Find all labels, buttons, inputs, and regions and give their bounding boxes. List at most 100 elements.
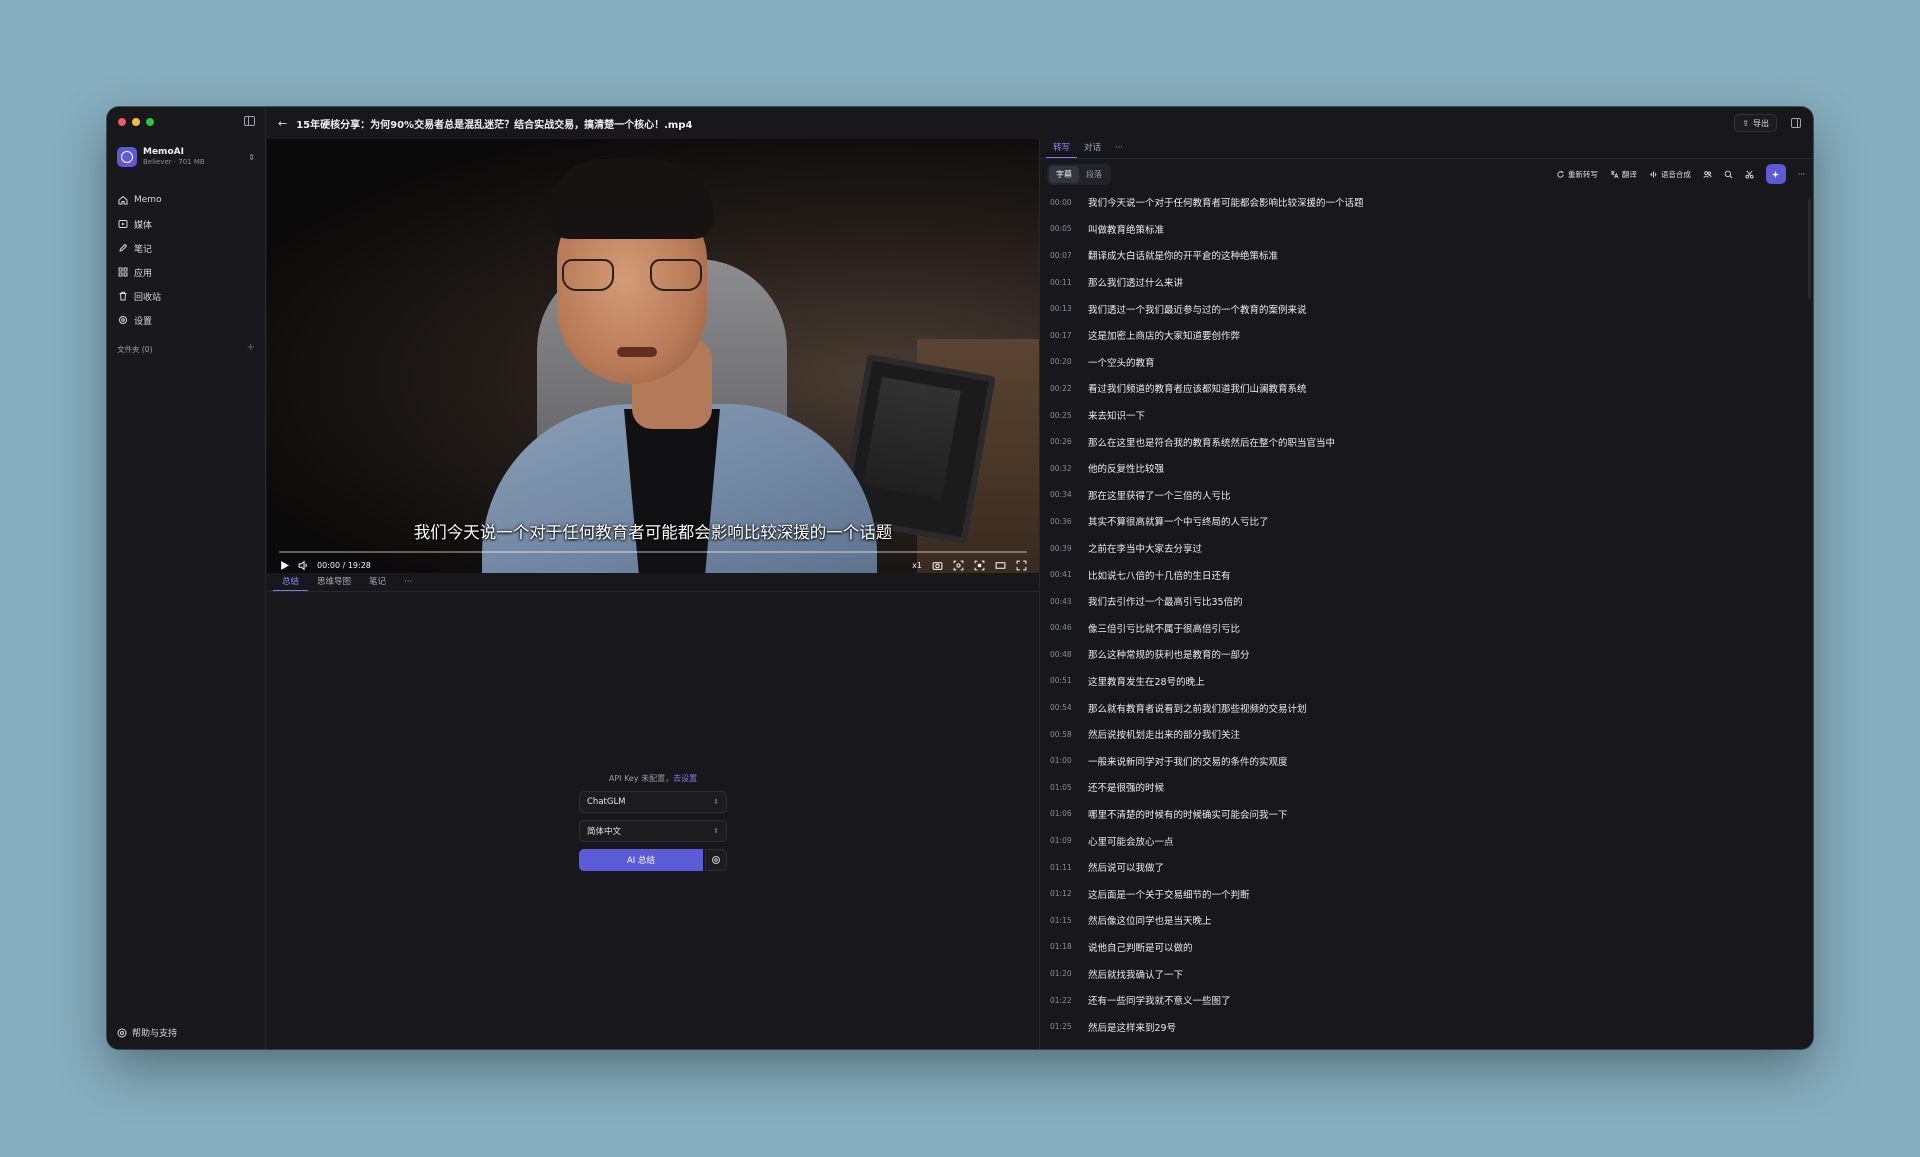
- transcript-row[interactable]: 00:39 之前在李当中大家去分享过: [1050, 535, 1813, 562]
- model-select[interactable]: ChatGLM ⇕: [579, 791, 727, 813]
- back-arrow-icon[interactable]: ←: [278, 117, 287, 130]
- transcript-row[interactable]: 00:25 来去知识一下: [1050, 402, 1813, 429]
- transcript-row[interactable]: 00:51 这里教育发生在28号的晚上: [1050, 668, 1813, 695]
- transcript-timestamp[interactable]: 00:43: [1050, 597, 1088, 606]
- tab-transcribe[interactable]: 转写: [1046, 139, 1078, 158]
- transcript-row[interactable]: 00:17 这是加密上商店的大家知道要创作弊: [1050, 322, 1813, 349]
- transcript-timestamp[interactable]: 01:15: [1050, 916, 1088, 925]
- translate-button[interactable]: 翻译: [1610, 169, 1637, 180]
- workspace-switcher[interactable]: MemoAI Believer · 701 MB ⇕: [117, 145, 255, 169]
- transcript-row[interactable]: 00:46 像三倍引亏比就不属于很高倍引亏比: [1050, 615, 1813, 642]
- transcript-timestamp[interactable]: 00:51: [1050, 676, 1088, 685]
- transcript-row[interactable]: 01:25 然后是这样来到29号: [1050, 1013, 1813, 1040]
- add-folder-button[interactable]: +: [247, 343, 255, 355]
- camera-icon[interactable]: [932, 560, 943, 571]
- transcript-row[interactable]: 00:05 叫做教育绝策标准: [1050, 216, 1813, 243]
- transcript-row[interactable]: 00:34 那在这里获得了一个三倍的人亏比: [1050, 482, 1813, 509]
- segment-subtitles[interactable]: 字幕: [1049, 165, 1079, 183]
- transcript-timestamp[interactable]: 00:13: [1050, 304, 1088, 313]
- transcript-row[interactable]: 00:20 一个空头的教育: [1050, 349, 1813, 376]
- tab-more[interactable]: ···: [1108, 139, 1130, 158]
- transcript-timestamp[interactable]: 00:11: [1050, 278, 1088, 287]
- transcript-row[interactable]: 01:15 然后像这位同学也是当天晚上: [1050, 907, 1813, 934]
- segment-paragraphs[interactable]: 段落: [1079, 166, 1109, 183]
- help-support-button[interactable]: 帮助与支持: [117, 1026, 177, 1039]
- sidebar-item-settings[interactable]: 设置: [115, 308, 257, 332]
- transcript-timestamp[interactable]: 00:41: [1050, 570, 1088, 579]
- video-progress-bar[interactable]: [279, 551, 1027, 553]
- transcript-timestamp[interactable]: 01:12: [1050, 889, 1088, 898]
- transcript-timestamp[interactable]: 00:26: [1050, 437, 1088, 446]
- tab-chat[interactable]: 对话: [1077, 139, 1108, 158]
- transcript-row[interactable]: 01:05 还不是很强的时候: [1050, 774, 1813, 801]
- theater-mode-icon[interactable]: [995, 560, 1006, 571]
- transcript-row[interactable]: 00:32 他的反复性比较强: [1050, 455, 1813, 482]
- scrollbar[interactable]: [1808, 199, 1811, 299]
- tab-mindmap[interactable]: 思维导图: [308, 573, 360, 591]
- sidebar-item-media[interactable]: 媒体: [115, 212, 257, 236]
- volume-icon[interactable]: [298, 560, 309, 571]
- transcript-row[interactable]: 01:00 一般来说新同学对于我们的交易的条件的实观度: [1050, 747, 1813, 774]
- transcript-row[interactable]: 00:54 那么就有教育者说看到之前我们那些视频的交易计划: [1050, 694, 1813, 721]
- transcript-row[interactable]: 01:09 心里可能会放心一点: [1050, 827, 1813, 854]
- transcript-timestamp[interactable]: 00:58: [1050, 730, 1088, 739]
- go-settings-link[interactable]: 去设置: [673, 774, 697, 783]
- transcript-row[interactable]: 01:11 然后说可以我做了: [1050, 854, 1813, 881]
- transcript-timestamp[interactable]: 00:00: [1050, 198, 1088, 207]
- sidebar-item-trash[interactable]: 回收站: [115, 284, 257, 308]
- transcript-timestamp[interactable]: 01:20: [1050, 969, 1088, 978]
- transcript-row[interactable]: 00:58 然后说按机划走出来的部分我们关注: [1050, 721, 1813, 748]
- transcript-row[interactable]: 00:43 我们去引作过一个最高引亏比35倍的: [1050, 588, 1813, 615]
- transcript-row[interactable]: 00:36 其实不算很高就算一个中亏终局的人亏比了: [1050, 508, 1813, 535]
- language-select[interactable]: 简体中文 ⇕: [579, 820, 727, 842]
- transcript-timestamp[interactable]: 01:00: [1050, 756, 1088, 765]
- transcript-row[interactable]: 00:00 我们今天说一个对于任何教育者可能都会影响比较深援的一个话题: [1050, 189, 1813, 216]
- playback-speed-button[interactable]: x1: [912, 561, 922, 570]
- transcript-timestamp[interactable]: 00:05: [1050, 224, 1088, 233]
- sidebar-item-notes[interactable]: 笔记: [115, 236, 257, 260]
- transcript-row[interactable]: 01:20 然后就找我确认了一下: [1050, 960, 1813, 987]
- transcript-timestamp[interactable]: 00:46: [1050, 623, 1088, 632]
- transcript-timestamp[interactable]: 01:05: [1050, 783, 1088, 792]
- transcript-timestamp[interactable]: 00:39: [1050, 544, 1088, 553]
- transcript-timestamp[interactable]: 00:54: [1050, 703, 1088, 712]
- sidebar-item-apps[interactable]: 应用: [115, 260, 257, 284]
- transcript-timestamp[interactable]: 01:09: [1050, 836, 1088, 845]
- retranscribe-button[interactable]: 重新转写: [1556, 169, 1598, 180]
- tab-summary[interactable]: 总结: [273, 573, 309, 591]
- transcript-timestamp[interactable]: 00:07: [1050, 251, 1088, 260]
- transcript-timestamp[interactable]: 01:18: [1050, 942, 1088, 951]
- ai-summary-button[interactable]: AI 总结: [579, 849, 703, 871]
- more-icon[interactable]: ···: [1798, 170, 1805, 179]
- sidebar-toggle-icon[interactable]: [244, 116, 255, 126]
- transcript-row[interactable]: 01:22 还有一些同学我就不意义一些图了: [1050, 987, 1813, 1014]
- transcript-row[interactable]: 01:18 说他自己判断是可以做的: [1050, 934, 1813, 961]
- transcript-timestamp[interactable]: 00:25: [1050, 411, 1088, 420]
- transcript-timestamp[interactable]: 01:22: [1050, 996, 1088, 1005]
- transcript-timestamp[interactable]: 01:11: [1050, 863, 1088, 872]
- transcript-timestamp[interactable]: 00:36: [1050, 517, 1088, 526]
- transcript-row[interactable]: 01:06 哪里不清楚的时候有的时候确实可能会问我一下: [1050, 801, 1813, 828]
- close-window-button[interactable]: [118, 118, 126, 126]
- transcript-row[interactable]: 00:07 翻译成大白话就是你的开平倉的这种绝策标准: [1050, 242, 1813, 269]
- screenshot-region-icon[interactable]: [953, 560, 964, 571]
- minimize-window-button[interactable]: [132, 118, 140, 126]
- tts-button[interactable]: 语音合成: [1649, 169, 1691, 180]
- transcript-timestamp[interactable]: 00:22: [1050, 384, 1088, 393]
- transcript-timestamp[interactable]: 00:17: [1050, 331, 1088, 340]
- transcript-row[interactable]: 00:13 我们透过一个我们最近参与过的一个教育的案例来说: [1050, 295, 1813, 322]
- transcript-row[interactable]: 00:26 那么在这里也是符合我的教育系统然后在整个的职当官当中: [1050, 428, 1813, 455]
- transcript-row[interactable]: 00:11 那么我们透过什么来讲: [1050, 269, 1813, 296]
- export-button[interactable]: ⇪ 导出: [1734, 114, 1777, 132]
- transcript-row[interactable]: 00:41 比如说七八倍的十几倍的生日还有: [1050, 561, 1813, 588]
- right-panel-toggle-icon[interactable]: [1791, 118, 1801, 128]
- sidebar-item-memo[interactable]: Memo: [115, 188, 257, 212]
- transcript-timestamp[interactable]: 01:06: [1050, 809, 1088, 818]
- transcript-timestamp[interactable]: 00:48: [1050, 650, 1088, 659]
- ai-settings-button[interactable]: [705, 849, 727, 871]
- maximize-window-button[interactable]: [146, 118, 154, 126]
- transcript-row[interactable]: 00:22 看过我们频道的教育者应该都知道我们山澜教育系统: [1050, 375, 1813, 402]
- transcript-timestamp[interactable]: 01:25: [1050, 1022, 1088, 1031]
- scissors-icon[interactable]: [1745, 170, 1754, 179]
- transcript-row[interactable]: 00:48 那么这种常规的获利也是教育的一部分: [1050, 641, 1813, 668]
